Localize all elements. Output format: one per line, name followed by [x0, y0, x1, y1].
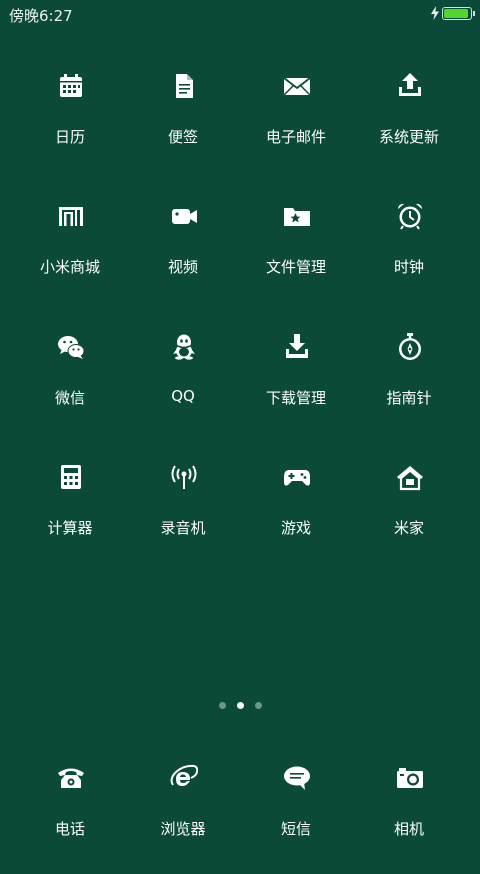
- app-file-manager[interactable]: 文件管理: [239, 202, 353, 312]
- app-label: 小米商城: [39, 258, 100, 276]
- app-label: 指南针: [386, 389, 432, 407]
- app-qq[interactable]: QQ: [126, 333, 240, 443]
- status-bar: 傍晚6:27: [0, 0, 480, 28]
- battery-icon: [442, 7, 475, 20]
- dock-camera[interactable]: 相机: [352, 764, 466, 874]
- app-label: 浏览器: [160, 820, 206, 838]
- app-notes[interactable]: 便签: [126, 72, 240, 182]
- app-games[interactable]: 游戏: [239, 463, 353, 573]
- recorder-icon: [170, 463, 198, 491]
- video-icon: [170, 202, 198, 230]
- mail-icon: [283, 72, 311, 100]
- download-icon: [283, 333, 311, 361]
- battery-level: [444, 9, 468, 18]
- app-email[interactable]: 电子邮件: [239, 72, 353, 182]
- mi-store-icon: [57, 202, 85, 230]
- app-label: 时钟: [393, 258, 424, 276]
- update-icon: [396, 72, 424, 100]
- dock-messages[interactable]: 短信: [239, 764, 353, 874]
- app-label: 便签: [167, 128, 198, 146]
- page-dot[interactable]: [236, 702, 244, 709]
- compass-icon: [396, 333, 424, 361]
- calculator-icon: [57, 463, 85, 491]
- app-label: 下载管理: [265, 389, 326, 407]
- app-video[interactable]: 视频: [126, 202, 240, 312]
- browser-icon: [170, 764, 198, 792]
- app-label: 文件管理: [265, 258, 326, 276]
- camera-icon: [396, 764, 424, 792]
- app-system-update[interactable]: 系统更新: [352, 72, 466, 182]
- message-icon: [283, 764, 311, 792]
- app-label: 电子邮件: [265, 128, 326, 146]
- app-label: 米家: [393, 519, 424, 537]
- app-label: 电话: [54, 820, 85, 838]
- app-download-manager[interactable]: 下载管理: [239, 333, 353, 443]
- app-label: 短信: [280, 820, 311, 838]
- app-label: 日历: [54, 128, 85, 146]
- app-calculator[interactable]: 计算器: [13, 463, 127, 573]
- app-label: 视频: [167, 258, 198, 276]
- phone-icon: [57, 764, 85, 792]
- app-label: 相机: [393, 820, 424, 838]
- page-dot[interactable]: [218, 702, 226, 709]
- page-indicator[interactable]: [0, 702, 480, 712]
- app-calendar[interactable]: 日历: [13, 72, 127, 182]
- app-clock[interactable]: 时钟: [352, 202, 466, 312]
- calendar-icon: [57, 72, 85, 100]
- app-mi-store[interactable]: 小米商城: [13, 202, 127, 312]
- note-icon: [170, 72, 198, 100]
- app-label: 游戏: [280, 519, 311, 537]
- status-time: 傍晚6:27: [9, 7, 73, 25]
- app-recorder[interactable]: 录音机: [126, 463, 240, 573]
- app-label: 计算器: [47, 519, 93, 537]
- dock-phone[interactable]: 电话: [13, 764, 127, 874]
- dock-browser[interactable]: 浏览器: [126, 764, 240, 874]
- gamepad-icon: [283, 463, 311, 491]
- app-wechat[interactable]: 微信: [13, 333, 127, 443]
- app-label: 微信: [54, 389, 85, 407]
- alarm-clock-icon: [396, 202, 424, 230]
- page-dot[interactable]: [254, 702, 262, 709]
- app-label: QQ: [171, 387, 195, 405]
- home-icon: [396, 463, 424, 491]
- qq-icon: [170, 333, 198, 361]
- folder-icon: [283, 202, 311, 230]
- wechat-icon: [57, 333, 85, 361]
- app-label: 系统更新: [378, 128, 439, 146]
- app-mi-home[interactable]: 米家: [352, 463, 466, 573]
- app-label: 录音机: [160, 519, 206, 537]
- charging-bolt-icon: [431, 6, 439, 20]
- app-compass[interactable]: 指南针: [352, 333, 466, 443]
